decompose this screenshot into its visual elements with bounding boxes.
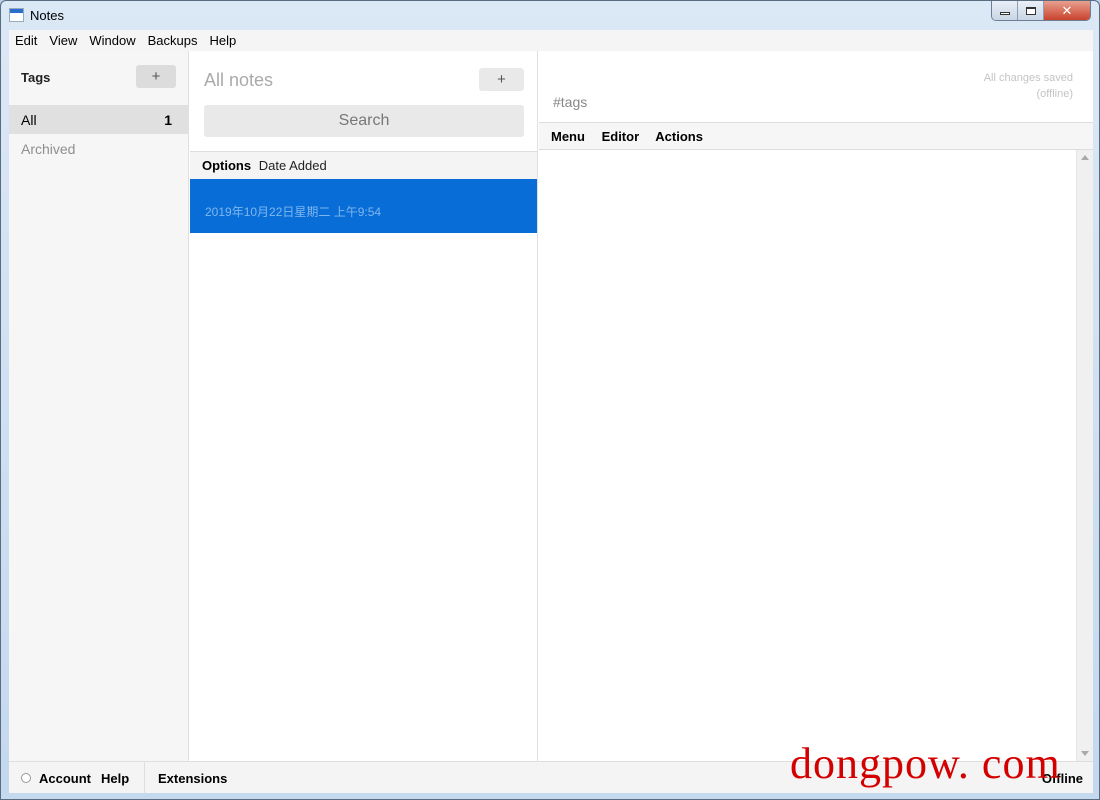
note-tags-input[interactable]: #tags	[553, 94, 587, 110]
editor-pane: #tags All changes saved (offline) Menu E…	[539, 51, 1093, 761]
toolbar-menu[interactable]: Menu	[551, 129, 585, 144]
search-input[interactable]	[204, 105, 524, 137]
menu-edit[interactable]: Edit	[9, 33, 43, 48]
editor-scrollbar[interactable]	[1076, 150, 1093, 761]
maximize-button[interactable]	[1018, 1, 1044, 20]
save-status: All changes saved (offline)	[984, 70, 1073, 102]
window-title: Notes	[30, 8, 64, 23]
scroll-up-icon[interactable]	[1081, 155, 1089, 160]
save-status-mode: (offline)	[1036, 88, 1073, 100]
window-controls: ✕	[991, 1, 1091, 21]
minimize-button[interactable]	[992, 1, 1018, 20]
toolbar-actions[interactable]: Actions	[655, 129, 703, 144]
maximize-icon	[1025, 6, 1036, 15]
app-window: Notes ✕ Edit View Window Backups Help Ta…	[0, 0, 1100, 800]
help-button[interactable]: Help	[101, 771, 129, 786]
minimize-icon	[999, 12, 1010, 15]
tag-count: 1	[164, 112, 172, 128]
footer-divider	[144, 762, 145, 794]
tags-title: Tags	[21, 70, 51, 85]
tag-item-all[interactable]: All 1	[9, 105, 188, 134]
title-bar[interactable]: Notes ✕	[1, 1, 1099, 30]
watermark: dongpow. com	[790, 739, 1061, 788]
menu-backups[interactable]: Backups	[142, 33, 204, 48]
tag-label: All	[21, 112, 37, 128]
menu-help[interactable]: Help	[203, 33, 242, 48]
menu-window[interactable]: Window	[83, 33, 141, 48]
note-date: 2019年10月22日星期二 上午9:54	[205, 205, 382, 219]
close-button[interactable]: ✕	[1044, 1, 1090, 20]
account-button[interactable]: Account	[39, 771, 91, 786]
save-status-text: All changes saved	[983, 72, 1073, 84]
close-icon: ✕	[1061, 2, 1073, 18]
scroll-down-icon[interactable]	[1081, 751, 1089, 756]
tags-pane: Tags + All 1 Archived	[9, 51, 189, 761]
account-status-icon	[21, 773, 31, 783]
extensions-button[interactable]: Extensions	[158, 771, 227, 786]
editor-toolbar: Menu Editor Actions	[539, 122, 1093, 150]
notes-title: All notes	[204, 70, 274, 90]
note-list-item[interactable]: 2019年10月22日星期二 上午9:54	[190, 179, 537, 233]
toolbar-editor[interactable]: Editor	[602, 129, 640, 144]
sort-label[interactable]: Date Added	[259, 158, 327, 173]
add-note-button[interactable]: +	[479, 68, 524, 91]
menu-view[interactable]: View	[43, 33, 83, 48]
client-area: Edit View Window Backups Help Tags + All…	[9, 30, 1093, 794]
tags-header: Tags +	[9, 51, 188, 105]
app-icon	[9, 8, 24, 22]
notes-pane: All notes + Options Date Added 2019年10月2…	[190, 51, 538, 761]
add-tag-button[interactable]: +	[136, 65, 176, 88]
options-button[interactable]: Options	[202, 158, 251, 173]
tag-item-archived[interactable]: Archived	[9, 134, 188, 163]
options-bar: Options Date Added	[190, 151, 537, 179]
menu-bar: Edit View Window Backups Help	[9, 30, 1093, 51]
tag-label: Archived	[21, 141, 76, 157]
